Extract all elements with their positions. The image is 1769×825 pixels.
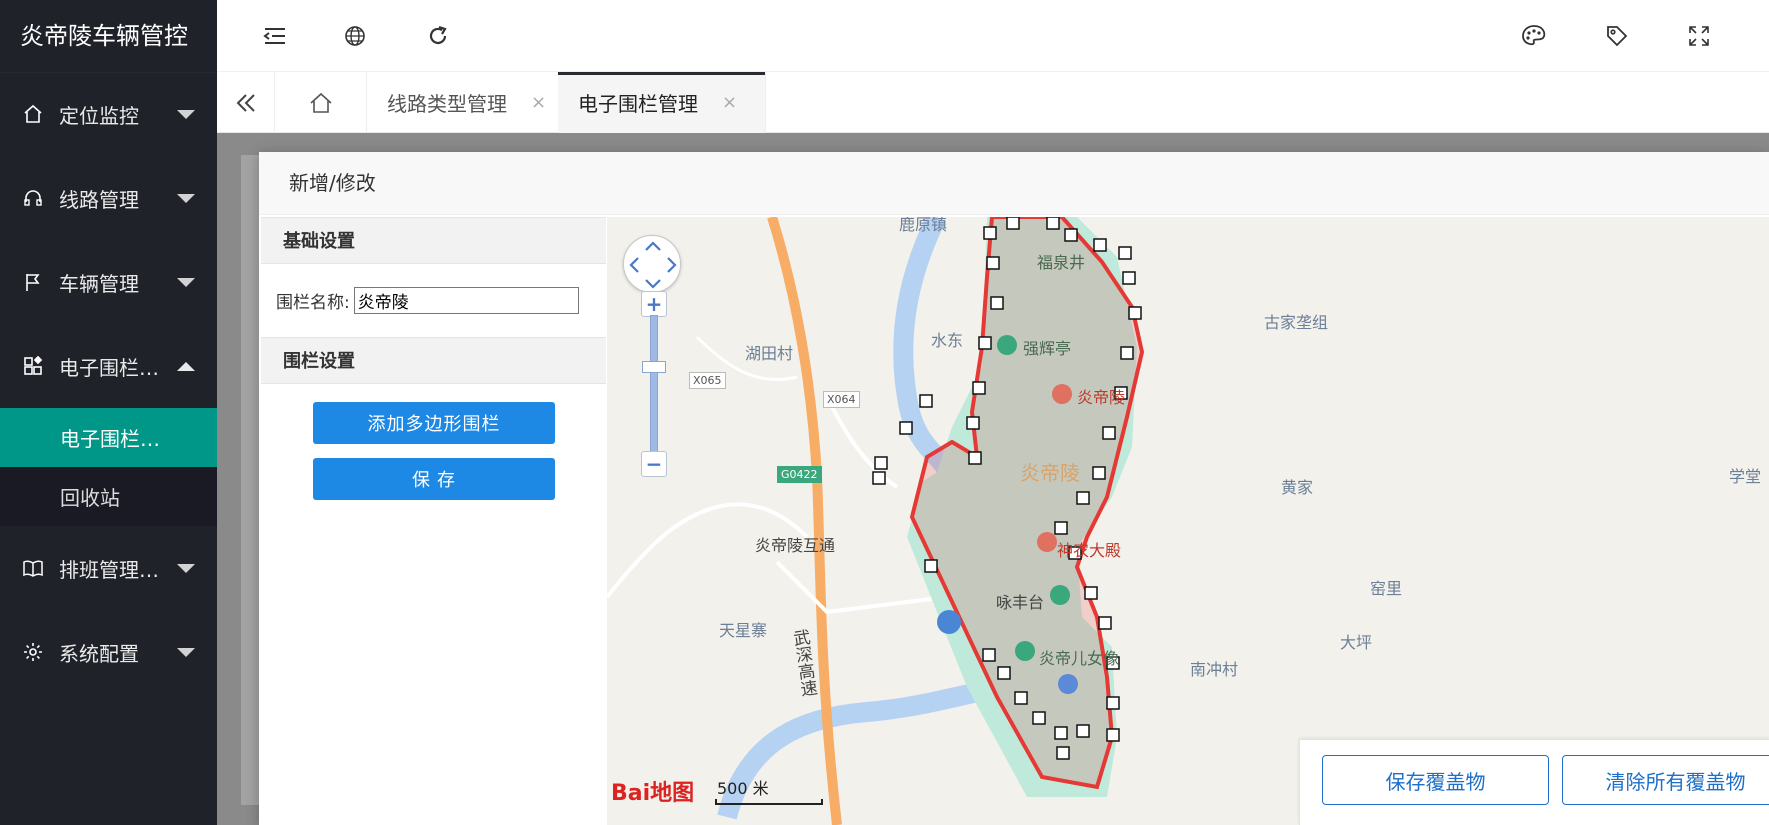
sidebar-item-label: 线路管理 <box>59 187 139 212</box>
sidebar-item-label: 定位监控 <box>59 103 139 128</box>
road-badge-x064: X064 <box>823 391 860 408</box>
apps-icon <box>22 355 44 377</box>
basic-settings-heading: 基础设置 <box>261 217 606 264</box>
chevron-up-icon <box>177 361 195 371</box>
map-label-gujiazuan: 古家垄组 <box>1264 313 1329 332</box>
map-scale-label: 500 米 <box>717 779 769 798</box>
map-label-hutiancun: 湖田村 <box>745 344 794 363</box>
edit-dialog: 新增/修改 基础设置 围栏名称: 围栏设置 添加多边形围栏 保 存 <box>259 152 1769 825</box>
map-pan-control[interactable] <box>623 235 681 293</box>
chevron-down-icon <box>177 563 195 573</box>
close-icon[interactable]: × <box>531 92 546 113</box>
sidebar-submenu: 电子围栏… 回收站 <box>0 408 217 526</box>
map-label-yandiling-area: 炎帝陵 <box>1020 461 1080 485</box>
tag-icon[interactable] <box>1603 22 1631 50</box>
sidebar-subitem-recycle-bin[interactable]: 回收站 <box>0 467 217 526</box>
map-label-qianghuiting: 强辉亭 <box>1023 339 1072 358</box>
zoom-in-button[interactable]: + <box>641 291 667 317</box>
clear-overlays-button[interactable]: 清除所有覆盖物 <box>1562 755 1769 805</box>
sidebar-item-vehicle-management[interactable]: 车辆管理 <box>0 240 217 324</box>
chevron-down-icon <box>177 109 195 119</box>
zoom-out-button[interactable]: − <box>641 451 667 477</box>
fence-name-input[interactable] <box>353 287 579 314</box>
fullscreen-icon[interactable] <box>1685 22 1713 50</box>
sidebar-item-label: 电子围栏… <box>59 355 159 380</box>
add-polygon-fence-button[interactable]: 添加多边形围栏 <box>313 402 555 444</box>
refresh-icon[interactable] <box>424 22 452 50</box>
map-label-daping: 大坪 <box>1340 633 1373 652</box>
palette-icon[interactable] <box>1520 22 1548 50</box>
close-icon[interactable]: × <box>722 92 737 113</box>
sidebar-subitem-geofence-management[interactable]: 电子围栏… <box>0 408 217 467</box>
tab-home[interactable] <box>275 72 367 133</box>
book-icon <box>22 557 44 579</box>
home-icon <box>309 92 332 113</box>
flag-icon <box>22 271 44 293</box>
map-label-yandiling-poi: 炎帝陵 <box>1077 388 1126 407</box>
map-label-shuidong: 水东 <box>931 331 964 350</box>
map-base-layer <box>607 217 1145 825</box>
gear-icon <box>22 641 44 663</box>
map-canvas[interactable]: 鹿原镇 福泉井 水东 强辉亭 炎帝陵 炎帝陵 湖田村 古家垄组 黄家 学堂 炎帝… <box>607 217 1769 825</box>
tab-geofence-management[interactable]: 电子围栏管理 × <box>558 72 766 133</box>
headset-icon <box>22 187 44 209</box>
sidebar-item-schedule-management[interactable]: 排班管理… <box>0 526 217 610</box>
map-label-yaoli: 窑里 <box>1370 579 1403 598</box>
save-overlay-button[interactable]: 保存覆盖物 <box>1322 755 1549 805</box>
map-label-huangjia: 黄家 <box>1281 478 1314 497</box>
baidu-map-logo: Bai地图 <box>611 781 695 806</box>
road-badge-g0422: G0422 <box>777 466 822 483</box>
map-label-tianxingzhai: 天星寨 <box>719 621 768 640</box>
fence-name-label: 围栏名称: <box>276 293 350 313</box>
map-label-xuetang: 学堂 <box>1729 467 1762 486</box>
sidebar-item-route-management[interactable]: 线路管理 <box>0 156 217 240</box>
map-label-yandiling-hutong: 炎帝陵互通 <box>755 536 836 555</box>
fence-settings-heading: 围栏设置 <box>261 337 606 384</box>
map-label-luyuan: 鹿原镇 <box>899 217 948 234</box>
sidebar-item-system-config[interactable]: 系统配置 <box>0 610 217 694</box>
tab-label: 线路类型管理 <box>387 92 507 116</box>
zoom-slider-thumb[interactable] <box>642 361 666 373</box>
chevron-down-icon <box>177 647 195 657</box>
app-logo: 炎帝陵车辆管控 <box>0 0 217 72</box>
sidebar-item-label: 系统配置 <box>59 641 139 666</box>
fence-name-row: 围栏名称: <box>261 264 606 337</box>
form-panel: 基础设置 围栏名称: 围栏设置 添加多边形围栏 保 存 <box>261 217 606 825</box>
save-button[interactable]: 保 存 <box>313 458 555 500</box>
map-label-shennong: 神农大殿 <box>1057 541 1122 560</box>
globe-icon[interactable] <box>341 22 369 50</box>
tab-scroll-left-icon[interactable] <box>217 72 275 133</box>
tab-bar: 线路类型管理 × 电子围栏管理 × <box>217 72 1769 133</box>
dialog-title: 新增/修改 <box>259 152 1769 215</box>
map-label-fuquanjing: 福泉井 <box>1037 253 1086 272</box>
chevron-down-icon <box>177 277 195 287</box>
sidebar-item-geofence[interactable]: 电子围栏… <box>0 324 217 408</box>
sidebar-item-label: 排班管理… <box>59 557 159 582</box>
map-label-yandi-statue: 炎帝儿女像 <box>1039 649 1120 668</box>
sidebar-item-location-monitor[interactable]: 定位监控 <box>0 72 217 156</box>
chevron-down-icon <box>177 193 195 203</box>
menu-collapse-icon[interactable] <box>261 22 289 50</box>
overlay-actions: 保存覆盖物 清除所有覆盖物 <box>1299 739 1769 825</box>
tab-route-type-management[interactable]: 线路类型管理 × <box>367 72 575 133</box>
home-icon <box>22 103 44 125</box>
pan-arrows-icon <box>629 241 677 289</box>
top-header <box>217 0 1769 72</box>
sidebar-item-label: 车辆管理 <box>59 271 139 296</box>
road-badge-x065: X065 <box>689 372 726 389</box>
map-label-yongfengtai: 咏丰台 <box>996 593 1045 612</box>
map-scale-bar <box>715 799 823 805</box>
tab-label: 电子围栏管理 <box>578 92 698 116</box>
dialog-body: 基础设置 围栏名称: 围栏设置 添加多边形围栏 保 存 <box>259 215 1769 825</box>
sidebar: 炎帝陵车辆管控 定位监控 线路管理 车辆管理 电子围栏… 电子围栏… 回收站 排… <box>0 0 217 825</box>
map-label-nanchongcun: 南冲村 <box>1190 660 1239 679</box>
